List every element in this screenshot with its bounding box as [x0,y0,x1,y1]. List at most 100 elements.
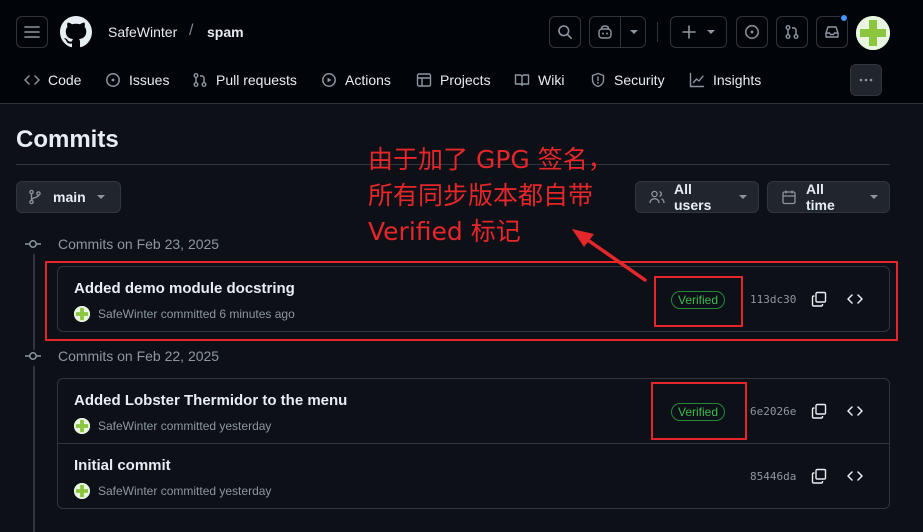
shield-icon [591,72,605,88]
git-branch-icon [29,189,41,205]
commit-meta: SafeWinter committed yesterday [74,483,271,499]
triangle-down-icon [629,30,638,34]
calendar-icon [782,190,796,205]
timeline-line [33,254,35,350]
tab-issues[interactable]: Issues [105,68,169,92]
create-new-button[interactable] [670,16,727,48]
table-icon [416,73,432,87]
breadcrumb-separator: / [189,22,194,39]
triangle-down-icon [706,30,715,34]
commit-time: committed yesterday [160,419,272,433]
issues-button[interactable] [736,16,768,48]
branch-name: main [53,189,86,205]
git-pull-request-icon [193,73,207,87]
notification-indicator [840,14,848,22]
commit-sha-link[interactable]: 6e2026e [750,405,796,418]
tab-projects[interactable]: Projects [416,68,491,92]
breadcrumb-repo[interactable]: spam [207,24,244,40]
commit-message-link[interactable]: Initial commit [74,457,171,475]
code-icon [847,406,863,416]
copy-sha-button[interactable] [805,397,833,425]
page-title: Commits [16,126,119,153]
search-icon [558,25,572,39]
avatar[interactable] [74,483,90,499]
tab-pull-requests-label: Pull requests [216,72,297,88]
commit-row: Initial commit SafeWinter committed yest… [58,444,889,508]
people-icon [649,190,665,204]
commit-group-heading: Commits on Feb 22, 2025 [24,346,219,366]
annotation-highlight-commit-row [45,261,898,341]
code-icon [847,471,863,481]
git-commit-icon [25,240,41,248]
annotation-highlight-verified [651,382,747,440]
tab-wiki[interactable]: Wiki [514,68,564,92]
avatar[interactable] [74,418,90,434]
tab-code-label: Code [48,72,82,88]
git-commit-icon [25,352,41,360]
breadcrumb-owner[interactable]: SafeWinter [108,24,177,40]
search-button[interactable] [549,16,581,48]
github-logo-icon[interactable] [60,16,92,48]
commit-time: committed yesterday [160,484,272,498]
time-filter-label: All time [806,181,835,213]
more-tabs-button[interactable] [850,64,882,96]
tab-actions-label: Actions [345,72,391,88]
commit-sha-link[interactable]: 85446da [750,470,796,483]
triangle-down-icon [739,195,747,199]
header-divider [657,22,658,42]
commit-row: Added Lobster Thermidor to the menu Safe… [58,379,889,443]
triangle-down-icon [96,195,105,199]
copilot-icon [598,25,612,39]
kebab-horizontal-icon [859,78,873,82]
commit-group-heading: Commits on Feb 23, 2025 [24,234,219,254]
tab-security[interactable]: Security [590,68,665,92]
tab-security-label: Security [614,72,665,88]
book-icon [514,74,530,87]
triangle-down-icon [870,195,878,199]
plus-icon [681,25,696,39]
issue-opened-icon [106,73,120,87]
tab-issues-label: Issues [129,72,170,88]
play-icon [322,73,336,87]
user-avatar[interactable] [856,16,890,50]
annotation-line: 由于加了 GPG 签名， [368,145,613,174]
tab-insights-label: Insights [713,72,762,88]
pull-requests-button[interactable] [776,16,808,48]
tab-insights[interactable]: Insights [689,68,761,92]
app-header: SafeWinter / spam Code Issues Pull reque… [0,0,923,104]
annotation-highlight-verified [654,276,743,327]
time-filter-button[interactable]: All time [767,181,890,213]
copilot-button-group [589,16,646,48]
tab-actions[interactable]: Actions [321,68,391,92]
tab-code[interactable]: Code [24,68,81,92]
tab-projects-label: Projects [440,72,491,88]
commit-group-date: Commits on Feb 22, 2025 [58,348,220,364]
issue-opened-icon [745,25,759,39]
copilot-dropdown-button[interactable] [621,17,646,47]
browse-code-button[interactable] [841,397,869,425]
code-icon [24,75,40,85]
timeline-line [33,366,35,532]
branch-select-button[interactable]: main [16,181,121,213]
commit-meta: SafeWinter committed yesterday [74,418,271,434]
git-pull-request-icon [785,25,799,39]
commit-list: Added Lobster Thermidor to the menu Safe… [57,378,890,509]
tab-wiki-label: Wiki [538,72,565,88]
annotation-line: 所有同步版本都自带 [368,181,594,210]
commit-group-date: Commits on Feb 23, 2025 [58,236,220,252]
commit-message-link[interactable]: Added Lobster Thermidor to the menu [74,392,347,410]
users-filter-button[interactable]: All users [635,181,759,213]
graph-icon [689,72,705,88]
tab-pull-requests[interactable]: Pull requests [192,68,297,92]
copy-sha-button[interactable] [805,462,833,490]
inbox-icon [825,26,839,38]
copy-icon [811,468,827,484]
commit-author[interactable]: SafeWinter [98,484,157,498]
browse-code-button[interactable] [841,462,869,490]
users-filter-label: All users [674,181,712,213]
copilot-button[interactable] [590,17,621,47]
copy-icon [811,403,827,419]
commit-author[interactable]: SafeWinter [98,419,157,433]
menu-button[interactable] [16,16,48,48]
annotation-arrow [572,229,647,282]
